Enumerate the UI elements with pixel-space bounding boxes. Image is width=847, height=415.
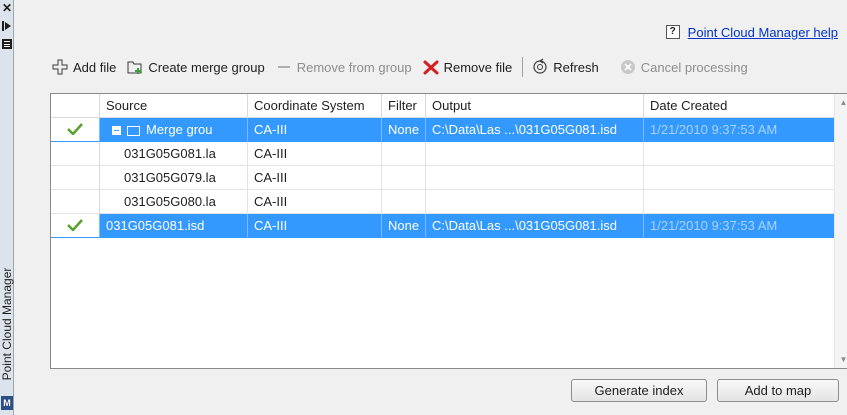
source-cell[interactable]: 031G05G080.la bbox=[100, 190, 248, 214]
palette-title: Point Cloud Manager bbox=[0, 267, 14, 381]
minus-icon bbox=[275, 58, 293, 76]
remove-from-group-label: Remove from group bbox=[296, 59, 412, 75]
help-link[interactable]: Point Cloud Manager help bbox=[688, 25, 838, 40]
scroll-up-icon[interactable]: ▲ bbox=[835, 94, 847, 111]
row-check-cell[interactable] bbox=[51, 214, 100, 238]
source-text: Merge grou bbox=[146, 122, 213, 137]
vertical-scrollbar[interactable]: ▲ ▼ bbox=[834, 94, 847, 368]
coordinate-system-cell[interactable]: CA-III bbox=[248, 166, 382, 190]
coordinate-system-cell[interactable]: CA-III bbox=[248, 142, 382, 166]
row-check-cell[interactable] bbox=[51, 166, 100, 190]
help-area: ? Point Cloud Manager help bbox=[665, 24, 838, 40]
generate-index-button[interactable]: Generate index bbox=[571, 379, 707, 402]
refresh-icon bbox=[531, 58, 549, 76]
coordinate-system-cell[interactable]: CA-III bbox=[248, 190, 382, 214]
table-row[interactable]: 031G05G081.isd CA-III None C:\Data\Las .… bbox=[51, 214, 836, 238]
table-row[interactable]: 031G05G081.la CA-III bbox=[51, 142, 836, 166]
toolbar: Add file Create merge group Remove from … bbox=[51, 57, 758, 77]
output-cell[interactable] bbox=[426, 190, 644, 214]
map-3d-icon: M bbox=[1, 396, 13, 410]
add-file-icon bbox=[51, 58, 69, 76]
cancel-icon bbox=[619, 58, 637, 76]
check-icon bbox=[67, 123, 83, 135]
cancel-processing-button[interactable]: Cancel processing bbox=[619, 58, 748, 76]
date-created-cell bbox=[644, 190, 836, 214]
refresh-label: Refresh bbox=[553, 59, 599, 75]
folder-icon bbox=[127, 125, 140, 136]
remove-file-button[interactable]: Remove file bbox=[422, 58, 513, 76]
create-merge-group-label: Create merge group bbox=[148, 59, 265, 75]
column-header-filter[interactable]: Filter bbox=[382, 94, 426, 118]
palette-title-strip: ✕ Point Cloud Manager M bbox=[0, 0, 14, 415]
toolbar-separator bbox=[522, 57, 524, 77]
collapse-icon[interactable] bbox=[112, 126, 121, 136]
add-file-label: Add file bbox=[73, 59, 117, 75]
help-icon: ? bbox=[665, 25, 680, 39]
output-cell[interactable] bbox=[426, 166, 644, 190]
filter-cell[interactable] bbox=[382, 142, 426, 166]
source-cell[interactable]: 031G05G081.la bbox=[100, 142, 248, 166]
table-row[interactable]: 031G05G079.la CA-III bbox=[51, 166, 836, 190]
remove-x-icon bbox=[422, 58, 440, 76]
properties-icon[interactable] bbox=[1, 38, 13, 52]
grid-header: Source Coordinate System Filter Output D… bbox=[51, 94, 836, 118]
output-cell[interactable] bbox=[426, 142, 644, 166]
date-created-cell: 1/21/2010 9:37:53 AM bbox=[644, 118, 836, 142]
point-cloud-grid: Source Coordinate System Filter Output D… bbox=[50, 93, 847, 369]
filter-cell[interactable]: None bbox=[382, 214, 426, 238]
table-row[interactable]: 031G05G080.la CA-III bbox=[51, 190, 836, 214]
filter-cell[interactable]: None bbox=[382, 118, 426, 142]
row-check-cell[interactable] bbox=[51, 118, 100, 142]
create-merge-group-button[interactable]: Create merge group bbox=[126, 58, 265, 76]
output-cell[interactable]: C:\Data\Las ...\031G05G081.isd bbox=[426, 214, 644, 238]
column-header-date-created[interactable]: Date Created bbox=[644, 94, 836, 118]
row-check-cell[interactable] bbox=[51, 190, 100, 214]
column-header-check[interactable] bbox=[51, 94, 100, 118]
date-created-cell: 1/21/2010 9:37:53 AM bbox=[644, 214, 836, 238]
check-icon bbox=[67, 219, 83, 231]
merge-group-icon bbox=[126, 58, 144, 76]
date-created-cell bbox=[644, 142, 836, 166]
scroll-down-icon[interactable]: ▼ bbox=[835, 351, 847, 368]
filter-cell[interactable] bbox=[382, 166, 426, 190]
row-check-cell[interactable] bbox=[51, 142, 100, 166]
remove-file-label: Remove file bbox=[443, 59, 513, 75]
coordinate-system-cell[interactable]: CA-III bbox=[248, 118, 382, 142]
add-file-button[interactable]: Add file bbox=[51, 58, 116, 76]
column-header-output[interactable]: Output bbox=[426, 94, 644, 118]
cancel-processing-label: Cancel processing bbox=[640, 59, 748, 75]
add-to-map-button[interactable]: Add to map bbox=[717, 379, 839, 402]
coordinate-system-cell[interactable]: CA-III bbox=[248, 214, 382, 238]
source-cell[interactable]: Merge grou bbox=[100, 118, 248, 142]
date-created-cell bbox=[644, 166, 836, 190]
auto-hide-icon[interactable] bbox=[1, 20, 13, 34]
table-row[interactable]: Merge grou CA-III None C:\Data\Las ...\0… bbox=[51, 118, 836, 142]
source-cell[interactable]: 031G05G081.isd bbox=[100, 214, 248, 238]
close-icon[interactable]: ✕ bbox=[1, 2, 13, 14]
column-header-source[interactable]: Source bbox=[100, 94, 248, 118]
refresh-button[interactable]: Refresh bbox=[531, 58, 599, 76]
column-header-coordinate-system[interactable]: Coordinate System bbox=[248, 94, 382, 118]
output-cell[interactable]: C:\Data\Las ...\031G05G081.isd bbox=[426, 118, 644, 142]
point-cloud-manager-panel: ? Point Cloud Manager help Add file Crea… bbox=[15, 0, 847, 415]
remove-from-group-button[interactable]: Remove from group bbox=[275, 58, 412, 76]
source-cell[interactable]: 031G05G079.la bbox=[100, 166, 248, 190]
filter-cell[interactable] bbox=[382, 190, 426, 214]
